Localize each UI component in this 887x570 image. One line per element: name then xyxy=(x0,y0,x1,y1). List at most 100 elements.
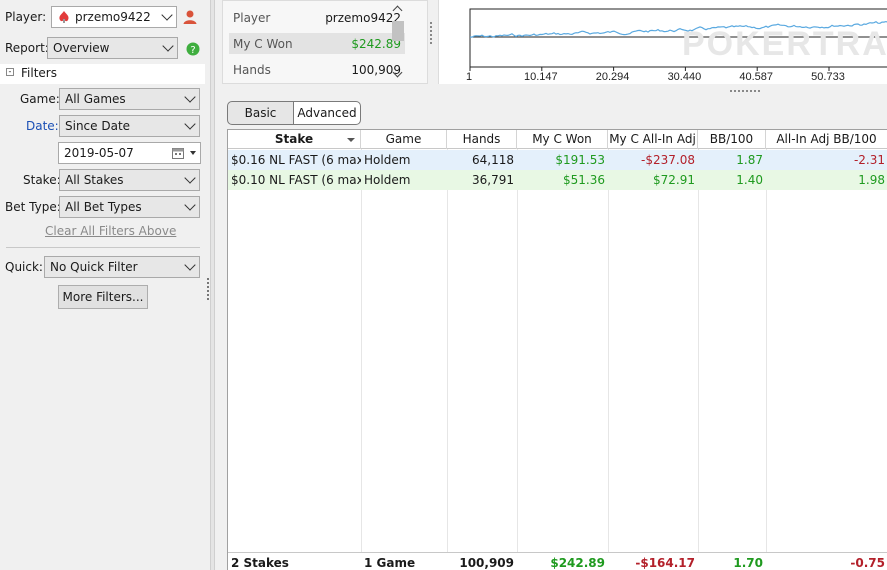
cell-stake: $0.10 NL FAST (6 max) xyxy=(231,173,361,187)
report-value: Overview xyxy=(53,41,110,55)
cell-won: $191.53 xyxy=(555,153,605,167)
stake-value: All Stakes xyxy=(65,173,124,187)
chevron-down-icon xyxy=(184,172,196,184)
divider xyxy=(6,247,200,248)
stats-summary: Player przemo9422 My C Won $242.89 Hands… xyxy=(222,0,428,84)
column-divider xyxy=(608,130,609,570)
stake-select[interactable]: All Stakes xyxy=(59,169,200,191)
total-bb100: 1.70 xyxy=(733,556,763,570)
column-header-hands[interactable]: Hands xyxy=(447,130,517,149)
player-avatar-icon[interactable] xyxy=(182,9,198,25)
summary-row-won: My C Won $242.89 xyxy=(229,33,405,54)
summary-row-player: Player przemo9422 xyxy=(229,7,405,28)
x-tick-label: 50.733 xyxy=(811,71,845,83)
clear-filters-link[interactable]: Clear All Filters Above xyxy=(45,224,176,238)
cell-hands: 64,118 xyxy=(472,153,514,167)
column-header-stake[interactable]: Stake xyxy=(228,130,361,149)
report-select[interactable]: Overview xyxy=(47,37,178,59)
game-select[interactable]: All Games xyxy=(59,88,200,110)
game-value: All Games xyxy=(65,92,126,106)
cell-stake: $0.16 NL FAST (6 max) xyxy=(231,153,361,167)
summary-label: Player xyxy=(233,11,271,25)
chevron-down-icon xyxy=(184,118,196,130)
summary-row-hands: Hands 100,909 xyxy=(229,59,405,80)
game-label: Game: xyxy=(20,92,60,106)
quick-filter-value: No Quick Filter xyxy=(50,260,138,274)
quick-filter-select[interactable]: No Quick Filter xyxy=(44,256,200,278)
table-row[interactable]: $0.16 NL FAST (6 max) Holdem 64,118 $191… xyxy=(228,150,887,170)
more-filters-button[interactable]: More Filters... xyxy=(58,285,148,309)
filters-panel: Player: przemo9422 Report: Overview ? - … xyxy=(0,0,205,570)
chevron-down-icon xyxy=(184,91,196,103)
filters-title: Filters xyxy=(21,66,57,80)
column-divider xyxy=(361,130,362,570)
total-hands: 100,909 xyxy=(459,556,514,570)
column-header-game[interactable]: Game xyxy=(361,130,447,149)
bettype-label: Bet Type: xyxy=(5,200,61,214)
summary-label: My C Won xyxy=(233,37,293,51)
chevron-down-icon xyxy=(161,9,173,21)
splitter[interactable] xyxy=(210,0,215,570)
column-header-won[interactable]: My C Won xyxy=(517,130,608,149)
collapse-icon[interactable]: - xyxy=(6,68,14,76)
cell-bb100: 1.87 xyxy=(736,153,763,167)
x-tick-label: 20.294 xyxy=(595,71,630,83)
panel-resize-grip[interactable] xyxy=(207,278,209,300)
player-select[interactable]: przemo9422 xyxy=(51,6,177,28)
column-header-bb100[interactable]: BB/100 xyxy=(698,130,766,149)
calendar-icon[interactable] xyxy=(172,147,184,159)
x-tick-label: 10.147 xyxy=(523,71,558,83)
svg-text:?: ? xyxy=(190,45,195,56)
bettype-select[interactable]: All Bet Types xyxy=(59,196,200,218)
stakes-table: Stake Game Hands My C Won My C All-In Ad… xyxy=(227,129,887,570)
summary-value: przemo9422 xyxy=(325,11,401,25)
x-tick-label: 1 xyxy=(465,71,473,83)
report-label: Report: xyxy=(5,41,49,55)
cell-allin-adj: $72.91 xyxy=(653,173,695,187)
cell-bb100: 1.40 xyxy=(736,173,763,187)
graph-resize-grip[interactable] xyxy=(730,90,760,93)
scroll-down-icon[interactable] xyxy=(392,67,403,78)
x-tick-label: 30.440 xyxy=(667,71,702,83)
column-divider xyxy=(447,130,448,570)
scroll-thumb[interactable] xyxy=(392,21,404,41)
scroll-up-icon[interactable] xyxy=(392,5,403,16)
total-games: 1 Game xyxy=(364,556,416,570)
cell-game: Holdem xyxy=(364,173,411,187)
dropdown-arrow-icon[interactable] xyxy=(190,151,196,155)
total-won: $242.89 xyxy=(550,556,605,570)
cell-allin-bb100: -2.31 xyxy=(853,153,885,167)
table-row[interactable]: $0.10 NL FAST (6 max) Holdem 36,791 $51.… xyxy=(228,170,887,190)
chevron-down-icon xyxy=(162,40,174,52)
summary-label: Hands xyxy=(233,63,271,77)
date-input-value: 2019-05-07 xyxy=(64,146,134,160)
bettype-value: All Bet Types xyxy=(65,200,142,214)
poker-site-icon xyxy=(59,11,69,23)
column-header-allin-bb100[interactable]: All-In Adj BB/100 xyxy=(766,130,887,149)
help-icon[interactable]: ? xyxy=(186,42,200,56)
x-tick-label: 40.587 xyxy=(739,71,774,83)
sort-desc-icon xyxy=(347,138,355,142)
cell-game: Holdem xyxy=(364,153,411,167)
player-label: Player: xyxy=(5,10,47,24)
column-divider xyxy=(698,130,699,570)
total-allin-adj: -$164.17 xyxy=(635,556,695,570)
date-select[interactable]: Since Date xyxy=(59,115,200,137)
filters-header[interactable]: - Filters xyxy=(0,64,205,84)
date-label: Date: xyxy=(26,119,59,133)
table-totals-row: 2 Stakes 1 Game 100,909 $242.89 -$164.17… xyxy=(228,552,887,570)
date-input[interactable]: 2019-05-07 xyxy=(58,142,201,164)
cell-allin-bb100: 1.98 xyxy=(858,173,885,187)
cell-allin-adj: -$237.08 xyxy=(641,153,695,167)
column-header-allin-adj[interactable]: My C All-In Adj xyxy=(608,130,698,149)
summary-scrollbar[interactable] xyxy=(391,3,405,81)
tab-advanced[interactable]: Advanced xyxy=(293,101,361,125)
chevron-down-icon xyxy=(184,199,196,211)
quick-label: Quick: xyxy=(5,260,43,274)
stake-label: Stake: xyxy=(23,173,61,187)
summary-resize-grip[interactable] xyxy=(430,22,432,44)
tab-basic[interactable]: Basic xyxy=(227,101,294,125)
table-header: Stake Game Hands My C Won My C All-In Ad… xyxy=(228,130,887,149)
date-value: Since Date xyxy=(65,119,131,133)
chevron-down-icon xyxy=(184,259,196,271)
